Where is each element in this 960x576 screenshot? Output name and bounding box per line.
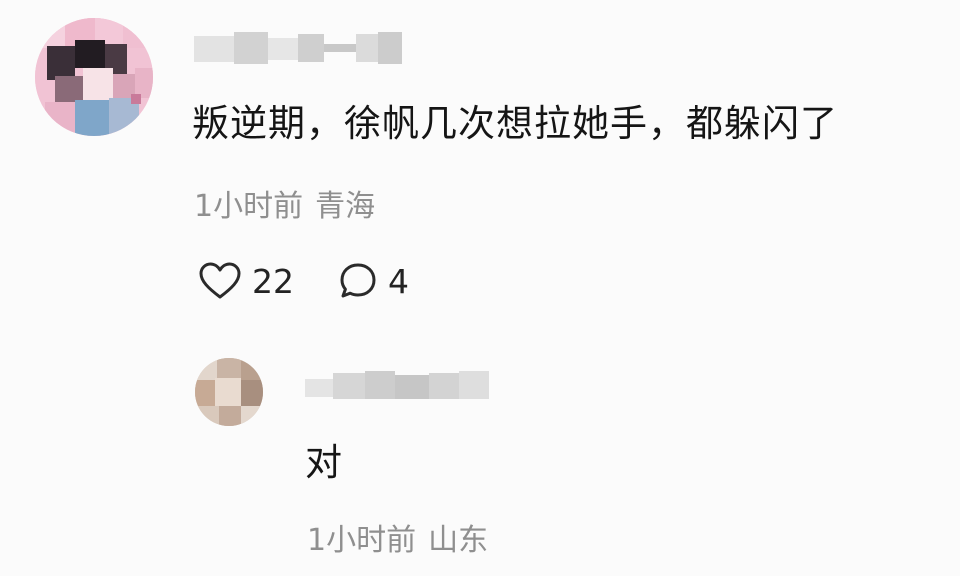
heart-outline-icon [199, 262, 241, 299]
reply-location: 山东 [428, 523, 489, 558]
comment-location: 青海 [315, 189, 376, 224]
like-count: 22 [252, 261, 294, 301]
commenter-username-blurred[interactable] [192, 28, 408, 68]
reply-count: 4 [388, 261, 409, 301]
blurred-username-image [194, 32, 402, 64]
comment-time: 1小时前 [194, 189, 304, 224]
speech-bubble-icon [340, 263, 376, 298]
reply-time: 1小时前 [307, 523, 417, 558]
comment-actions: 22 4 [198, 255, 409, 307]
reply-username-blurred[interactable] [303, 367, 493, 403]
reply-button[interactable]: 4 [338, 261, 409, 301]
comment-text: 叛逆期，徐帆几次想拉她手，都躲闪了 [192, 102, 838, 145]
reply-meta: 1小时前 山东 [307, 519, 488, 563]
like-button[interactable]: 22 [198, 261, 294, 301]
pixelated-avatar-image [35, 18, 153, 136]
comment-thread: 叛逆期，徐帆几次想拉她手，都躲闪了 1小时前 青海 22 4 对 1小时前 山东 [0, 0, 960, 576]
pixelated-reply-avatar-image [195, 358, 263, 426]
comment-meta: 1小时前 青海 [194, 185, 375, 229]
reply-text: 对 [305, 441, 342, 484]
reply-avatar[interactable] [195, 358, 263, 426]
commenter-avatar[interactable] [35, 18, 153, 136]
blurred-username-image [305, 371, 489, 399]
